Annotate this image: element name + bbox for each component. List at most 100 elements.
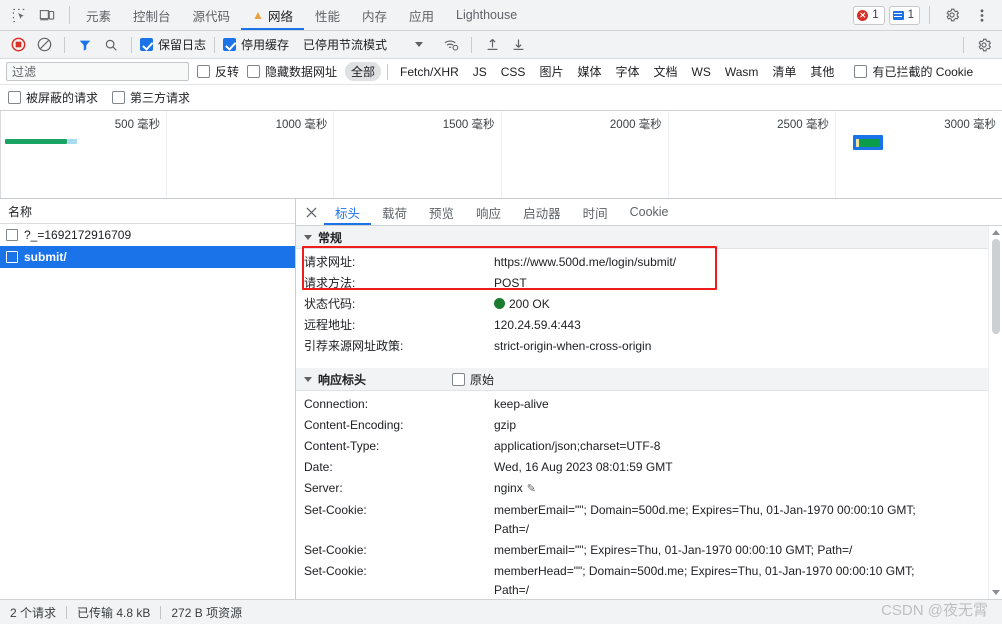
- type-filter-img[interactable]: 图片: [533, 62, 569, 81]
- filter-divider: [387, 63, 389, 80]
- tab-payload[interactable]: 载荷: [371, 199, 418, 225]
- tab-sources[interactable]: 源代码: [182, 0, 242, 30]
- panel-tabs: 元素 控制台 源代码 ▲ 网络 性能 内存 应用 Lighthouse: [75, 0, 528, 30]
- tab-initiator[interactable]: 启动器: [512, 199, 572, 225]
- request-row-selected[interactable]: submit/: [0, 246, 295, 268]
- type-filter-manifest[interactable]: 清单: [766, 62, 802, 81]
- import-har-icon[interactable]: [480, 34, 504, 56]
- request-list-header[interactable]: 名称: [0, 199, 295, 224]
- general-row: 请求方法: POST: [296, 273, 1002, 294]
- filter-icon[interactable]: [73, 34, 97, 56]
- blocked-cookies-label: 有已拦截的 Cookie: [872, 65, 974, 79]
- request-type-icon: [6, 229, 18, 241]
- throttling-dropdown[interactable]: 已停用节流模式: [301, 36, 389, 53]
- tab-memory[interactable]: 内存: [351, 0, 398, 30]
- inspect-element-icon[interactable]: [6, 2, 32, 28]
- error-count-badge[interactable]: ✕ 1: [853, 5, 885, 25]
- network-toolbar: 保留日志 停用缓存 已停用节流模式: [0, 31, 1002, 59]
- close-icon[interactable]: [298, 199, 324, 225]
- gear-icon[interactable]: [939, 2, 965, 28]
- network-conditions-icon[interactable]: [439, 34, 463, 56]
- hide-data-urls-checkbox[interactable]: 隐藏数据网址: [247, 63, 337, 80]
- scrollbar-thumb[interactable]: [991, 239, 1000, 334]
- blocked-cookies-checkbox[interactable]: 有已拦截的 Cookie: [854, 63, 973, 80]
- tab-elements[interactable]: 元素: [75, 0, 122, 30]
- tab-lighthouse[interactable]: Lighthouse: [445, 0, 528, 30]
- toolbar-divider-3: [214, 36, 216, 53]
- timeline-cell: 2000 毫秒: [502, 111, 669, 198]
- tab-network[interactable]: ▲ 网络: [241, 0, 304, 30]
- row-value: keep-alive: [494, 397, 549, 411]
- filter-input[interactable]: [6, 62, 189, 81]
- tab-label: 应用: [408, 9, 434, 24]
- chevron-down-icon: [304, 376, 312, 382]
- row-value-server: nginx ✎: [494, 479, 536, 499]
- checkbox-box: [854, 65, 868, 78]
- tab-label: 源代码: [192, 9, 231, 24]
- general-row: 远程地址: 120.24.59.4:443: [296, 315, 1002, 336]
- type-filter-doc[interactable]: 文档: [647, 62, 683, 81]
- toolbar-divider-4: [471, 36, 473, 53]
- request-rows: ?_=1692172916709 submit/: [0, 224, 295, 599]
- network-overview-timeline[interactable]: 500 毫秒 1000 毫秒 1500 毫秒 2000 毫秒 2500 毫秒 3…: [0, 111, 1002, 199]
- third-party-requests-checkbox[interactable]: 第三方请求: [112, 89, 190, 106]
- response-headers-section-header[interactable]: 响应标头 原始: [296, 368, 1002, 391]
- clear-button[interactable]: [32, 34, 56, 56]
- general-section-header[interactable]: 常规: [296, 226, 1002, 249]
- tabbar-left-icons: [0, 0, 64, 30]
- type-filter-js[interactable]: JS: [467, 64, 493, 80]
- throttling-value: 已停用节流模式: [303, 38, 388, 52]
- raw-headers-checkbox[interactable]: 原始: [452, 371, 494, 388]
- type-filter-all[interactable]: 全部: [345, 62, 382, 81]
- row-key: Content-Type:: [304, 439, 380, 453]
- invert-checkbox[interactable]: 反转: [197, 63, 239, 80]
- device-toolbar-icon[interactable]: [34, 2, 60, 28]
- row-key: Content-Encoding:: [304, 418, 404, 432]
- type-filter-other[interactable]: 其他: [804, 62, 840, 81]
- type-filter-ws[interactable]: WS: [686, 64, 717, 80]
- chevron-down-icon[interactable]: [415, 42, 424, 47]
- search-icon[interactable]: [99, 34, 123, 56]
- tab-response[interactable]: 响应: [465, 199, 512, 225]
- tab-preview[interactable]: 预览: [418, 199, 465, 225]
- blocked-requests-checkbox[interactable]: 被屏蔽的请求: [8, 89, 98, 106]
- tab-performance[interactable]: 性能: [304, 0, 351, 30]
- tab-cookies[interactable]: Cookie: [619, 199, 680, 225]
- tab-application[interactable]: 应用: [398, 0, 445, 30]
- type-filter-wasm[interactable]: Wasm: [719, 64, 765, 80]
- extra-filter-bar: 被屏蔽的请求 第三方请求: [0, 85, 1002, 111]
- preserve-log-checkbox[interactable]: 保留日志: [140, 36, 206, 53]
- scroll-down-icon[interactable]: [991, 590, 1000, 595]
- detail-scrollbar[interactable]: [988, 226, 1002, 599]
- header-row: Date: Wed, 16 Aug 2023 08:01:59 GMT: [296, 457, 1002, 478]
- header-row: Content-Encoding: gzip: [296, 415, 1002, 436]
- type-filter-media[interactable]: 媒体: [571, 62, 607, 81]
- tab-console[interactable]: 控制台: [122, 0, 182, 30]
- message-count: 1: [907, 9, 914, 21]
- export-har-icon[interactable]: [506, 34, 530, 56]
- type-filter-font[interactable]: 字体: [609, 62, 645, 81]
- tab-headers[interactable]: 标头: [324, 199, 372, 225]
- type-filter-fetch-xhr[interactable]: Fetch/XHR: [394, 64, 465, 80]
- scroll-up-icon[interactable]: [991, 230, 1000, 235]
- message-count-badge[interactable]: 1: [888, 5, 920, 25]
- toolbar-divider-1: [64, 36, 65, 53]
- general-section-title: 常规: [318, 230, 343, 245]
- more-options-icon[interactable]: [969, 2, 995, 28]
- general-row: 状态代码: 200 OK: [296, 294, 1002, 315]
- blocked-requests-label: 被屏蔽的请求: [26, 91, 99, 105]
- request-row[interactable]: ?_=1692172916709: [0, 224, 295, 246]
- status-transferred: 已传输 4.8 kB: [77, 605, 151, 620]
- row-key: 远程地址:: [304, 318, 356, 332]
- error-icon: ✕: [857, 9, 869, 21]
- edit-pencil-icon[interactable]: ✎: [527, 483, 536, 495]
- type-filter-css[interactable]: CSS: [495, 64, 532, 80]
- checkbox-box: [197, 65, 210, 78]
- network-settings-gear-icon[interactable]: [972, 34, 996, 56]
- record-button[interactable]: [6, 34, 30, 56]
- header-row: Connection: keep-alive: [296, 394, 1002, 415]
- detail-tab-label: 载荷: [382, 206, 408, 221]
- tabbar-divider: [69, 6, 70, 24]
- disable-cache-checkbox[interactable]: 停用缓存: [223, 36, 289, 53]
- tab-timing[interactable]: 时间: [572, 199, 619, 225]
